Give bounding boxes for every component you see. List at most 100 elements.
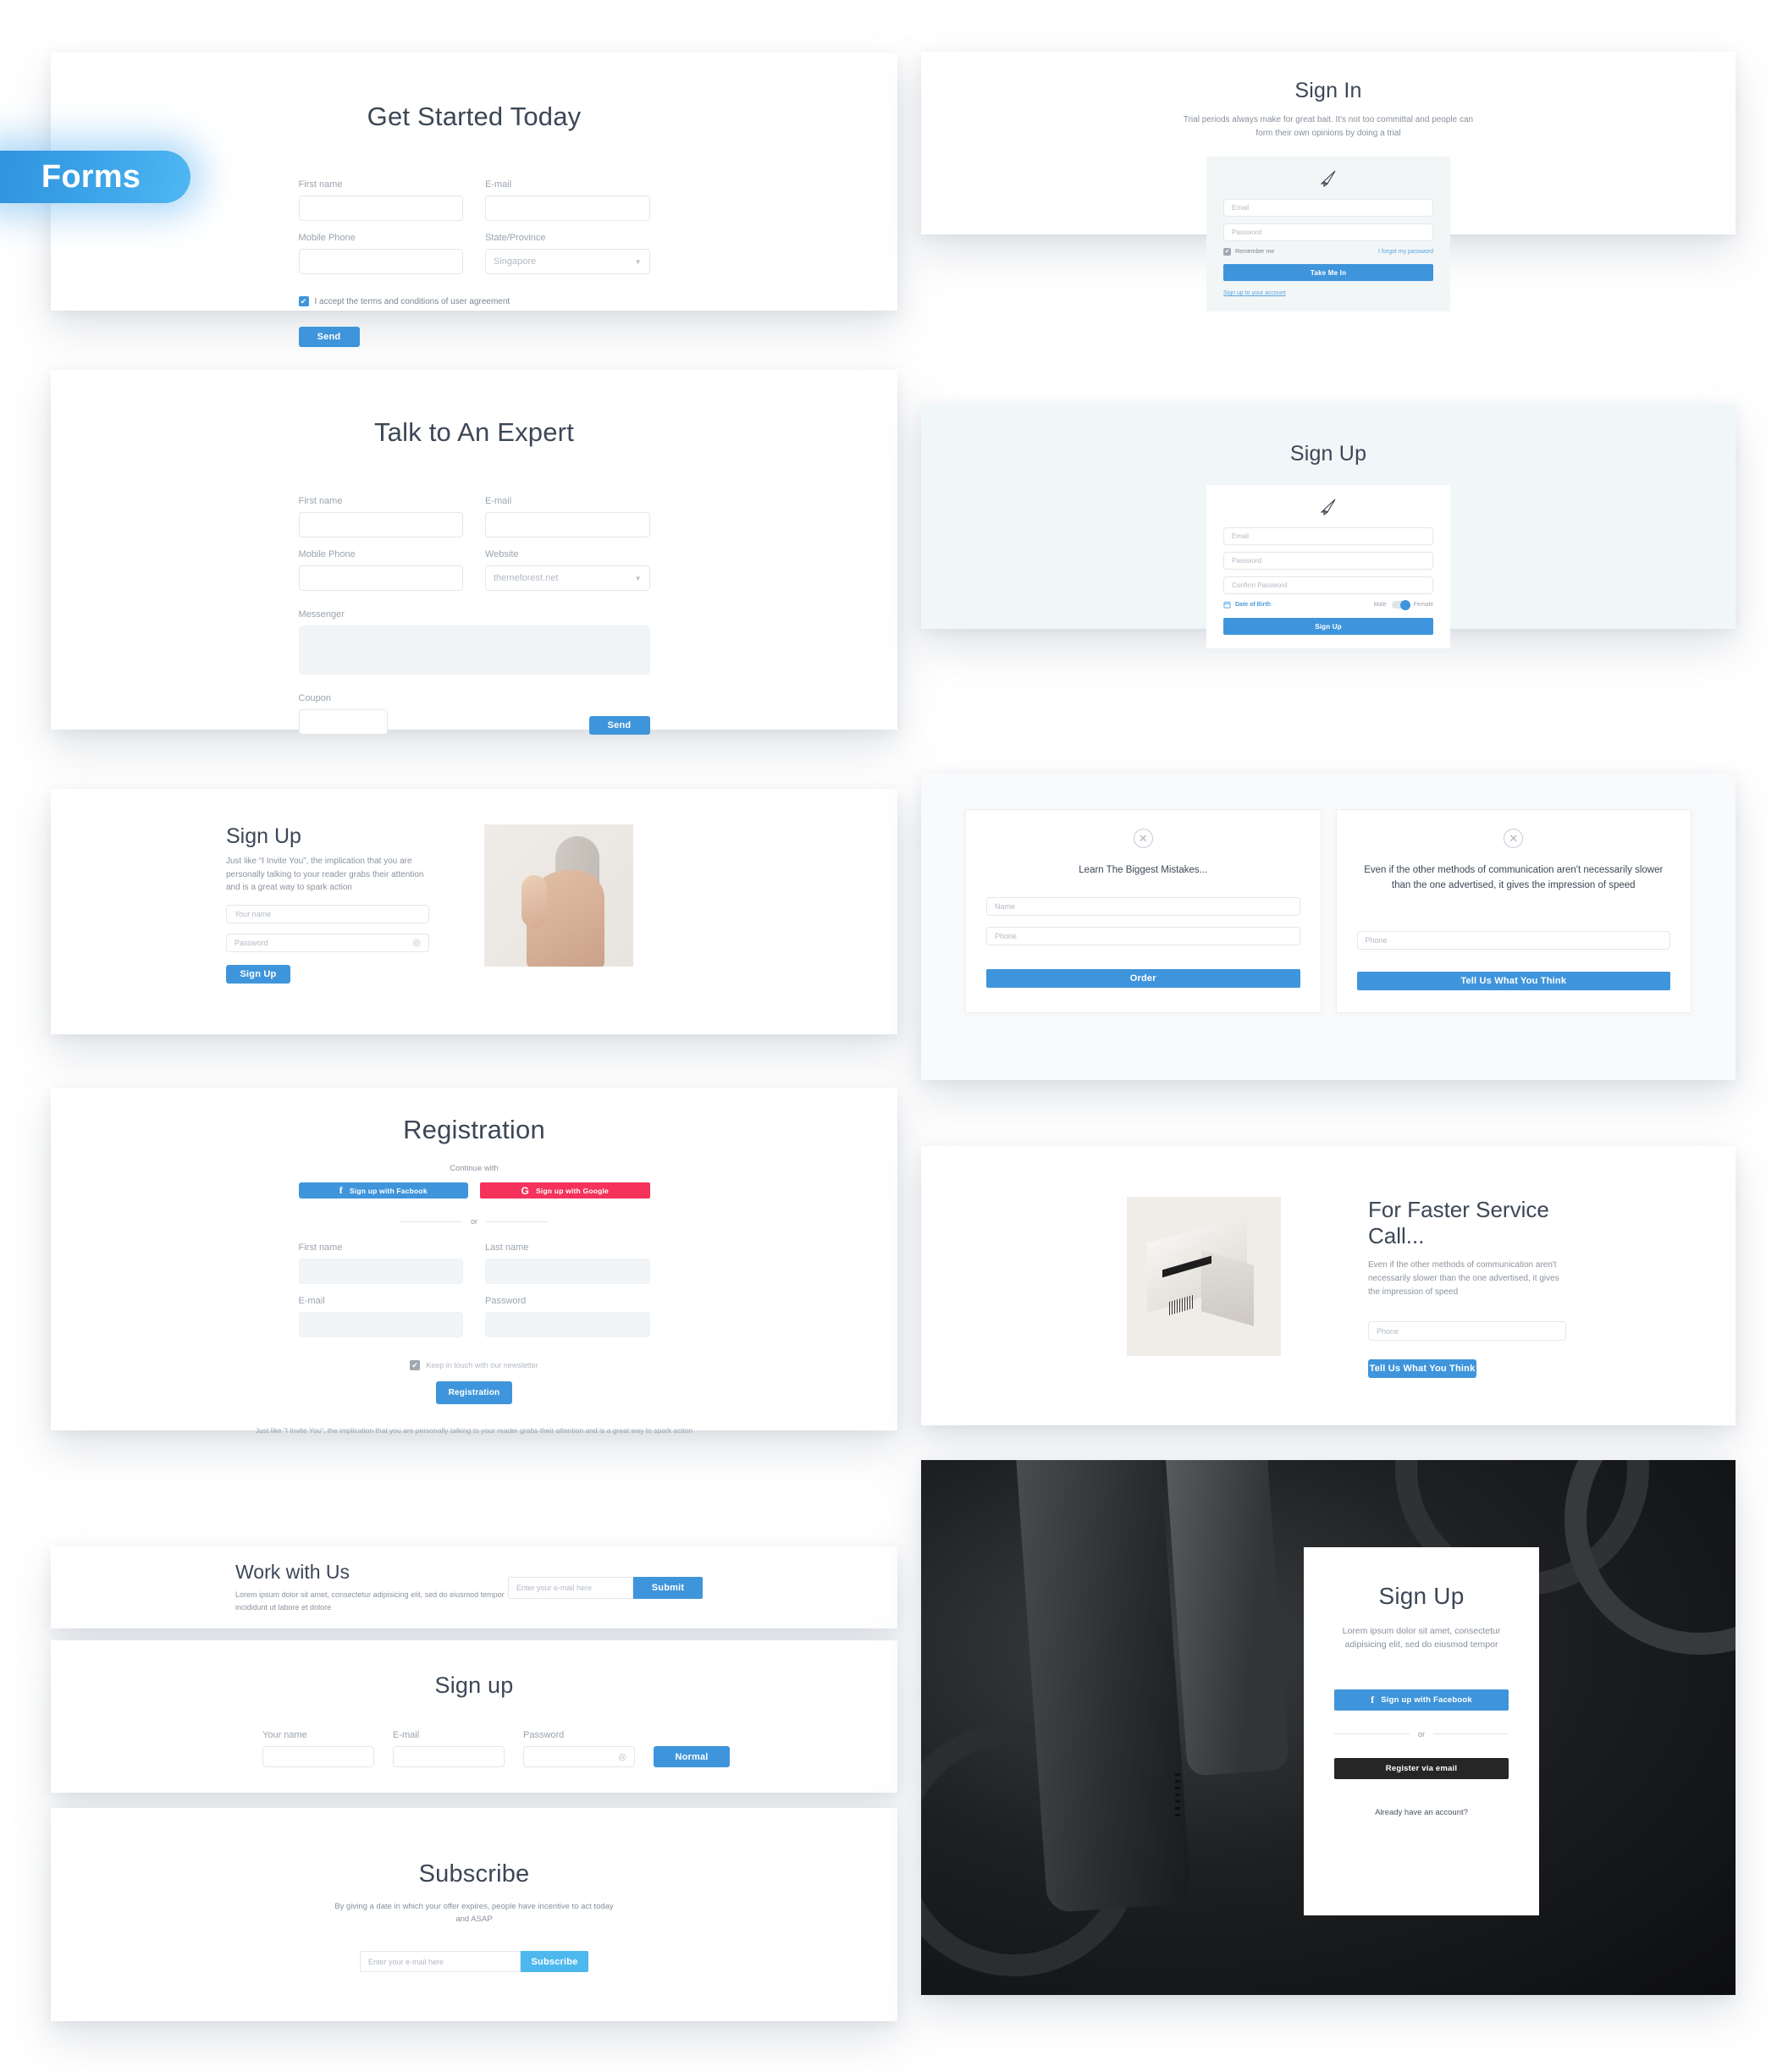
send-button[interactable]: Send [298, 327, 360, 347]
messenger-textarea[interactable] [298, 625, 650, 675]
phone-input[interactable]: Phone [1368, 1321, 1566, 1341]
tell-us-what-you-think-button[interactable]: Tell Us What You Think [1368, 1359, 1476, 1378]
gender-toggle[interactable] [1391, 599, 1410, 610]
date-of-birth-picker[interactable]: Date of Birth [1223, 601, 1271, 609]
forgot-password-link[interactable]: I forgot my password [1378, 249, 1433, 255]
register-via-email-button[interactable]: Register via email [1334, 1757, 1509, 1779]
chevron-down-icon: ▼ [634, 257, 642, 266]
password-input[interactable] [485, 1312, 650, 1337]
facebook-signup-button[interactable]: f Sign up with Facbook [298, 1182, 468, 1199]
sign-up-confirm-password-input[interactable]: Confirm Password [1223, 576, 1433, 594]
password-input[interactable]: ◎ [523, 1746, 635, 1767]
website-value: themeforest.net [494, 573, 559, 583]
card-b-title: Even if the other methods of communicati… [1364, 865, 1664, 890]
mobile-phone-input[interactable] [298, 565, 463, 591]
eye-icon[interactable]: ◎ [412, 937, 421, 948]
email-input[interactable] [485, 196, 650, 221]
sign-up-image-form: Sign Up Just like “I Invite You”, the im… [226, 824, 429, 984]
sign-up-link[interactable]: Sign up to your account [1223, 290, 1433, 296]
email-input[interactable]: Enter your e-mail here [360, 1951, 521, 1973]
card-b-phone-input[interactable]: Phone [1356, 930, 1670, 950]
panel-sign-up-with-image: Sign Up Just like “I Invite You”, the im… [51, 789, 897, 1034]
email-input[interactable] [485, 512, 650, 537]
your-name-input[interactable] [262, 1746, 374, 1767]
email-input[interactable]: Enter your e-mail here [508, 1576, 633, 1599]
panel-sign-up-inline: Sign up Your name E-mail Password ◎ Norm… [51, 1640, 897, 1793]
field-password-label: Password [523, 1730, 565, 1740]
mobile-phone-input[interactable] [298, 249, 463, 274]
continue-with-label: Continue with [450, 1164, 499, 1173]
already-have-account-link[interactable]: Already have an account? [1334, 1808, 1509, 1817]
sign-in-email-input[interactable]: Email [1223, 199, 1433, 217]
order-button[interactable]: Order [986, 968, 1300, 988]
field-mobile-phone: Mobile Phone [298, 549, 463, 591]
gender-female-label: Female [1413, 602, 1433, 608]
website-select[interactable]: themeforest.net ▼ [485, 565, 650, 591]
google-signup-button[interactable]: G Sign up with Google [480, 1182, 650, 1199]
eye-icon[interactable]: ◎ [618, 1751, 626, 1762]
state-province-select[interactable]: Singapore ▼ [485, 249, 650, 274]
first-name-input[interactable] [298, 512, 463, 537]
field-mobile-phone: Mobile Phone [298, 233, 463, 274]
take-me-in-button[interactable]: Take Me In [1223, 264, 1433, 281]
send-button[interactable]: Send [588, 716, 650, 735]
field-password: Password ◎ [523, 1730, 635, 1767]
paper-plane-logo-icon [1223, 497, 1433, 517]
coupon-input[interactable] [298, 709, 388, 735]
registration-button[interactable]: Registration [436, 1381, 512, 1404]
sign-up-image-title: Sign Up [226, 824, 301, 848]
work-with-us-title: Work with Us [235, 1560, 350, 1583]
card-a-phone-input[interactable]: Phone [986, 926, 1300, 945]
newsletter-checkbox[interactable]: ✔ [410, 1360, 421, 1370]
password-input[interactable]: Password ◎ [226, 933, 429, 952]
field-website: Website themeforest.net ▼ [485, 549, 650, 591]
close-icon[interactable]: ✕ [1504, 829, 1524, 848]
forms-showcase-page: Forms Get Started Today First name E-mai… [0, 0, 1788, 2072]
sign-up-button[interactable]: Sign Up [226, 964, 290, 984]
google-icon: G [521, 1184, 530, 1197]
forms-badge-label: Forms [41, 158, 141, 195]
sign-up-inline-title: Sign up [434, 1672, 514, 1698]
email-input[interactable] [298, 1312, 463, 1337]
tell-us-what-you-think-button[interactable]: Tell Us What You Think [1356, 971, 1670, 990]
work-with-us-form: Enter your e-mail here Submit [508, 1576, 703, 1599]
registration-actions: Registration [51, 1381, 897, 1404]
field-last-name: Last name [485, 1243, 650, 1284]
submit-button[interactable]: Submit [633, 1576, 703, 1599]
facebook-signup-label: Sign up with Facbook [349, 1186, 428, 1195]
field-email-label: E-mail [485, 496, 512, 506]
sign-up-email-input[interactable]: Email [1223, 527, 1433, 545]
newsletter-label: Keep in touch with our newsletter [426, 1361, 538, 1369]
subscribe-button[interactable]: Subscribe [521, 1951, 588, 1973]
terms-label: I accept the terms and conditions of use… [314, 296, 510, 306]
sign-in-card: Email Password ✔ Remember me I forgot my… [1206, 157, 1450, 311]
registration-footer-text: Just like “I Invite You”, the implicatio… [255, 1426, 693, 1435]
field-last-name-label: Last name [485, 1243, 529, 1253]
dob-gender-row: Date of Birth Male Female [1223, 599, 1433, 610]
calendar-icon [1223, 601, 1231, 609]
normal-button[interactable]: Normal [654, 1746, 730, 1767]
field-email: E-mail [298, 1296, 463, 1337]
card-a-name-input[interactable]: Name [986, 896, 1300, 916]
remember-me-label: Remember me [1235, 249, 1275, 255]
sign-up-password-input[interactable]: Password [1223, 552, 1433, 570]
sign-in-password-input[interactable]: Password [1223, 223, 1433, 241]
registration-title: Registration [403, 1115, 545, 1144]
paper-plane-logo-icon [1223, 168, 1433, 189]
terms-checkbox[interactable]: ✔ [298, 296, 309, 306]
gender-toggle-group: Male Female [1373, 599, 1433, 610]
subscribe-form: Enter your e-mail here Subscribe [51, 1951, 897, 1973]
sign-in-options: ✔ Remember me I forgot my password [1223, 248, 1433, 256]
your-name-input[interactable]: Your name [226, 904, 429, 923]
sign-up-button[interactable]: Sign Up [1223, 618, 1433, 635]
close-icon[interactable]: ✕ [1133, 829, 1153, 848]
first-name-input[interactable] [298, 1259, 463, 1284]
email-input[interactable] [393, 1746, 505, 1767]
card-impression-of-speed: ✕ Even if the other methods of communica… [1335, 809, 1691, 1013]
first-name-input[interactable] [298, 196, 463, 221]
facebook-icon: f [1371, 1693, 1375, 1706]
facebook-signup-button[interactable]: f Sign up with Facebook [1334, 1689, 1509, 1711]
remember-me-checkbox[interactable]: ✔ [1223, 248, 1231, 256]
talk-expert-actions: Coupon Send [298, 693, 650, 735]
last-name-input[interactable] [485, 1259, 650, 1284]
